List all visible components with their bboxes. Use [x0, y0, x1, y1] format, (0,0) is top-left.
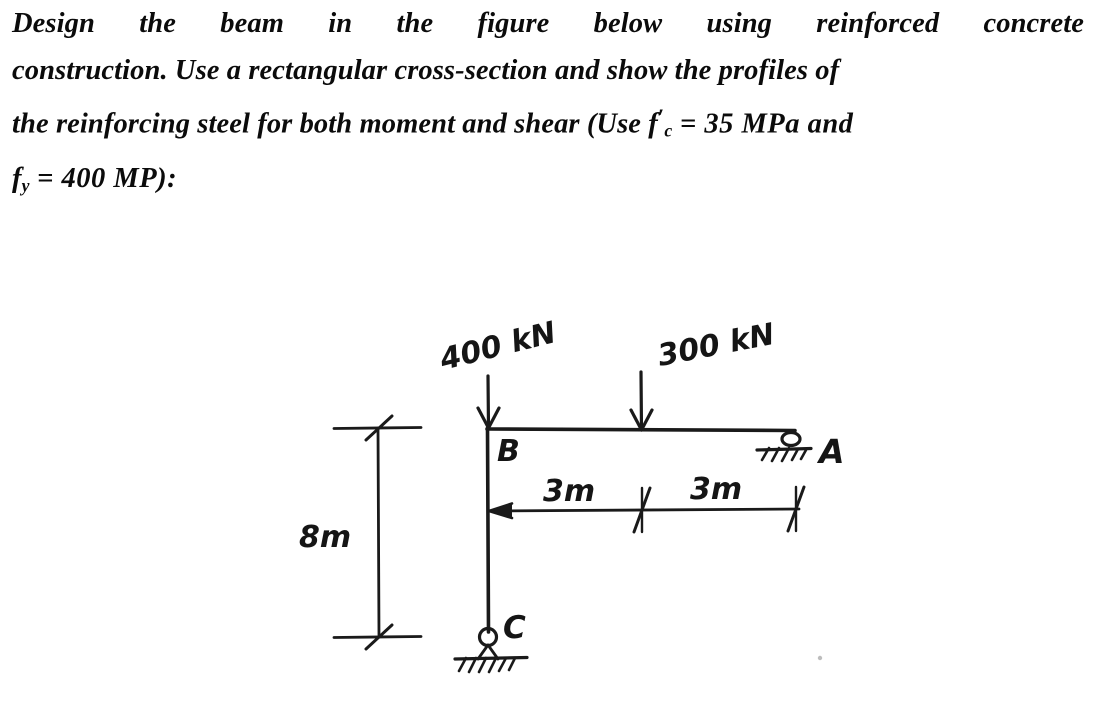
load-arrow-400 [476, 374, 501, 430]
column-member-BC [485, 426, 491, 634]
page-root: Design the beam in the figure below usin… [0, 0, 1108, 724]
fy-symbol: f [12, 162, 22, 194]
problem-statement: Design the beam in the figure below usin… [12, 0, 1084, 209]
dimension-span-group [486, 485, 806, 534]
statement-line-2: construction. Use a rectangular cross-se… [12, 55, 840, 86]
statement-line-3: the reinforcing steel for both moment an… [12, 94, 1084, 155]
node-label-A: A [816, 432, 845, 471]
load-label-300: 300 kN [655, 317, 778, 374]
load-arrow-300 [629, 370, 654, 432]
dimension-height-line [376, 426, 381, 639]
node-label-C: C [503, 610, 526, 646]
statement-line-1: Design the beam in the figure below usin… [12, 8, 1084, 39]
statement-line-3-text-a: the reinforcing steel for both moment an… [12, 108, 649, 140]
load-arrow-300-shaft [639, 370, 644, 432]
dimension-span-left-arrowhead [487, 502, 514, 520]
dimension-label-8m: 8m [299, 520, 351, 555]
support-A [755, 430, 813, 463]
fy-subscript: y [21, 175, 30, 196]
beam-frame-figure: A B C 400 kN 300 kN 8m 3m 3m [0, 300, 1108, 724]
scan-artifact-speck [817, 655, 823, 661]
statement-line-4-text: = 400 MP): [29, 162, 178, 194]
support-A-pin-circle [780, 430, 802, 448]
dimension-label-span-2: 3m [690, 472, 742, 507]
fc-symbol: f [648, 108, 658, 140]
load-label-400: 400 kN [435, 315, 559, 378]
statement-line-4: fy = 400 MP): [12, 155, 1084, 209]
node-label-B: B [497, 434, 520, 469]
support-A-ground-line [755, 446, 813, 452]
dimension-label-span-1: 3m [543, 474, 595, 509]
statement-line-3-text-b: = 35 MPa and [672, 108, 854, 140]
load-arrow-400-shaft [486, 374, 491, 430]
